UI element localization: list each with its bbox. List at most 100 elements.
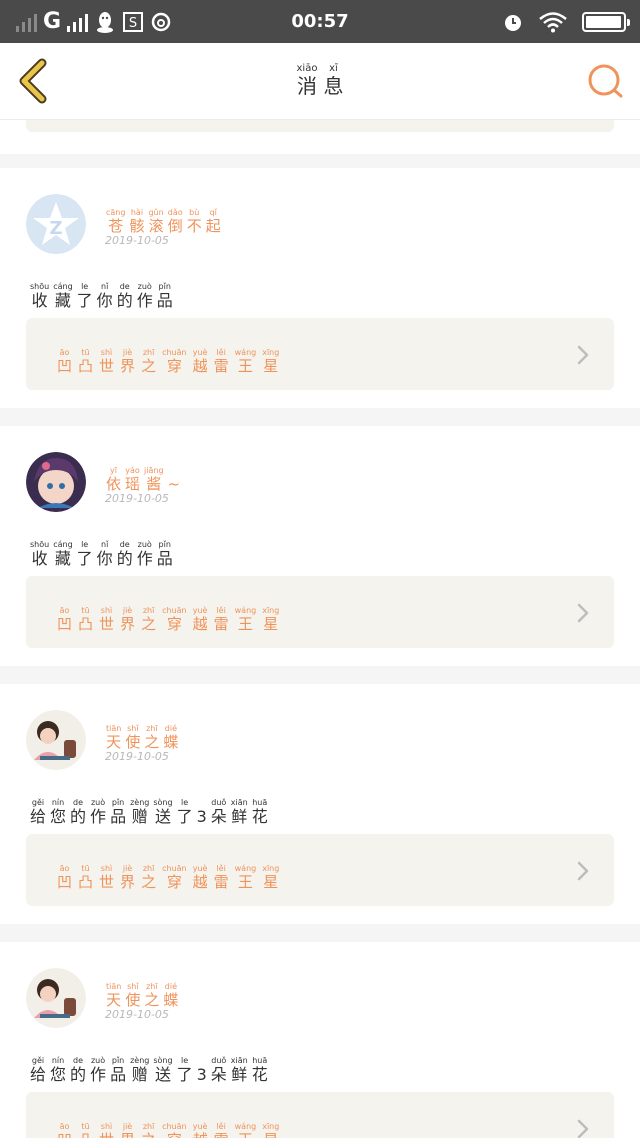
previous-work-link[interactable] <box>26 120 614 132</box>
hanzi: 赠 <box>131 807 148 826</box>
pinyin-char: yuè越 <box>193 1122 208 1138</box>
pinyin-char: chuān穿 <box>162 348 187 375</box>
hanzi: 界 <box>120 873 136 891</box>
pinyin-char: sòng 送 <box>153 1056 172 1084</box>
messages-screen: G S 00:57 xiāo 消 xī 息 Z cāng 苍 hài 骸 gǔn… <box>0 0 640 1138</box>
hanzi: 天 <box>106 991 122 1009</box>
hanzi: 鲜 <box>231 807 248 826</box>
pinyin-char: zhī之 <box>141 606 156 633</box>
pinyin-char: chuān穿 <box>162 1122 187 1138</box>
pinyin-char: nín 您 <box>50 1056 66 1084</box>
pinyin-char: gěi 给 <box>30 798 46 826</box>
user-name[interactable]: cāng 苍 hài 骸 gǔn 滚 dǎo 倒 bù 不 qǐ 起 <box>104 200 223 235</box>
pinyin-char: yuè越 <box>193 606 208 633</box>
avatar[interactable] <box>26 968 86 1028</box>
pinyin-char: de 的 <box>70 1056 86 1084</box>
hanzi: 品 <box>156 549 173 568</box>
hanzi: 雷 <box>214 1132 229 1138</box>
hanzi: 穿 <box>167 1132 182 1138</box>
back-button[interactable] <box>14 57 54 105</box>
pinyin-char: shǐ 使 <box>125 982 140 1009</box>
hanzi: ~ <box>167 475 181 493</box>
hanzi: 王 <box>237 873 253 891</box>
pinyin-char: nǐ 你 <box>97 282 113 310</box>
pinyin-char: shǐ 使 <box>125 724 140 751</box>
pinyin-char: gǔn 滚 <box>148 208 163 235</box>
alarm-icon <box>502 11 524 33</box>
hanzi: 骸 <box>129 217 145 235</box>
hanzi: 凹 <box>57 615 73 633</box>
user-name[interactable]: yī 依 yáo 瑶 jiāng 酱 ~ <box>104 458 182 493</box>
pinyin-char: zuò 作 <box>90 798 106 826</box>
chevron-right-icon <box>577 603 589 623</box>
hanzi: 雷 <box>213 615 229 633</box>
pinyin-char: duǒ 朵 <box>211 798 227 826</box>
hanzi: 世 <box>99 1132 114 1138</box>
pinyin-char: lěi雷 <box>214 1122 229 1138</box>
page-title-text: xiāo 消 xī 息 <box>294 63 347 97</box>
pinyin-char: yuè越 <box>193 348 208 375</box>
pinyin-char: cāng 苍 <box>106 208 125 235</box>
hanzi: 王 <box>237 615 253 633</box>
user-name[interactable]: tiān 天 shǐ 使 zhī 之 dié 蝶 <box>104 974 180 1009</box>
hanzi: 作 <box>90 807 107 826</box>
hanzi: 穿 <box>166 615 182 633</box>
pinyin-char: zuò 作 <box>137 282 153 310</box>
message-card[interactable]: yī 依 yáo 瑶 jiāng 酱 ~ 2019-10-05 shōu 收 cáng 藏 le 了 n… <box>0 426 640 666</box>
message-card[interactable]: Z cāng 苍 hài 骸 gǔn 滚 dǎo 倒 bù 不 qǐ 起 2019-10-05 shō… <box>0 168 640 408</box>
hanzi: 了 <box>176 807 193 826</box>
avatar[interactable] <box>26 452 86 512</box>
user-name[interactable]: tiān 天 shǐ 使 zhī 之 dié 蝶 <box>104 716 180 751</box>
nav-bar: xiāo 消 xī 息 <box>0 43 640 120</box>
pinyin-char: zuò 作 <box>90 1056 106 1084</box>
hanzi: 收 <box>31 549 48 568</box>
work-title: āo凹 tū凸 shì世 jiè界 zhī之 chuān穿 yuè越 lěi雷 wáng王 xīn… <box>54 598 282 633</box>
pinyin-char: wáng王 <box>235 606 257 633</box>
hanzi: 天 <box>106 733 122 751</box>
pinyin-char: chuān穿 <box>162 864 187 891</box>
hanzi: 越 <box>192 357 208 375</box>
hanzi: 您 <box>50 807 67 826</box>
hanzi: 藏 <box>54 291 71 310</box>
hanzi: 朵 <box>210 1065 227 1084</box>
pinyin-char: de 的 <box>70 798 86 826</box>
hanzi: 之 <box>141 873 157 891</box>
pinyin-char: tū凸 <box>78 864 93 891</box>
hanzi: 品 <box>110 1065 127 1084</box>
pinyin-char: pǐn 品 <box>110 798 126 826</box>
work-link[interactable]: āo凹 tū凸 shì世 jiè界 zhī之 chuān穿 yuè越 lěi雷 wáng王 xīn… <box>26 1092 614 1138</box>
message-card[interactable]: tiān 天 shǐ 使 zhī 之 dié 蝶 2019-10-05 gěi 给 nín 您 de 的… <box>0 684 640 924</box>
hanzi: 之 <box>141 615 157 633</box>
pinyin-char: shì世 <box>99 606 114 633</box>
message-card[interactable]: tiān 天 shǐ 使 zhī 之 dié 蝶 2019-10-05 gěi 给 nín 您 de 的… <box>0 942 640 1138</box>
pinyin-char: hài 骸 <box>129 208 144 235</box>
hanzi: 星 <box>263 1132 278 1138</box>
work-link[interactable]: āo凹 tū凸 shì世 jiè界 zhī之 chuān穿 yuè越 lěi雷 wáng王 xīn… <box>26 834 614 906</box>
hanzi: 的 <box>70 1065 87 1084</box>
work-link[interactable]: āo凹 tū凸 shì世 jiè界 zhī之 chuān穿 yuè越 lěi雷 wáng王 xīn… <box>26 576 614 648</box>
pinyin-char: lěi雷 <box>214 348 229 375</box>
hanzi: 作 <box>90 1065 107 1084</box>
hanzi: 3 <box>196 807 207 826</box>
hanzi: 藏 <box>54 549 71 568</box>
search-button[interactable] <box>586 62 624 100</box>
work-link[interactable]: āo凹 tū凸 shì世 jiè界 zhī之 chuān穿 yuè越 lěi雷 wáng王 xīn… <box>26 318 614 390</box>
pinyin-char: le 了 <box>77 282 93 310</box>
pinyin-char: jiè界 <box>120 1122 135 1138</box>
message-date: 2019-10-05 <box>105 234 169 247</box>
pinyin-char: jiāng 酱 <box>144 466 164 493</box>
pinyin-char: wáng王 <box>235 864 257 891</box>
hanzi: 越 <box>193 1132 208 1138</box>
hanzi: 品 <box>110 807 127 826</box>
hanzi: 的 <box>70 807 87 826</box>
hanzi: 凹 <box>57 873 73 891</box>
svg-text:Z: Z <box>49 218 62 239</box>
message-list[interactable]: Z cāng 苍 hài 骸 gǔn 滚 dǎo 倒 bù 不 qǐ 起 2019-10-05 shō… <box>0 120 640 1138</box>
avatar[interactable]: Z <box>26 194 86 254</box>
hanzi: 朵 <box>210 807 227 826</box>
pinyin-char: le 了 <box>177 1056 193 1084</box>
hanzi: 之 <box>144 991 160 1009</box>
pinyin-char: de 的 <box>117 282 133 310</box>
hanzi: 送 <box>154 807 171 826</box>
avatar[interactable] <box>26 710 86 770</box>
